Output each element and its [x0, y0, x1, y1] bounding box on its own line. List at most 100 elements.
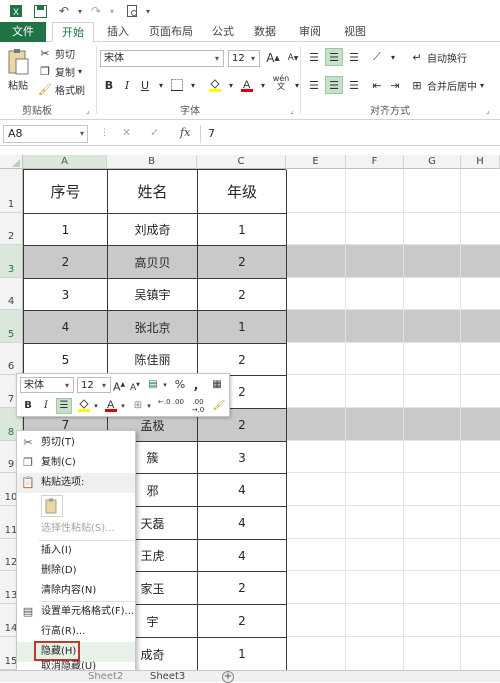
- column-header-a[interactable]: A: [23, 155, 107, 169]
- mini-grow-font-button[interactable]: A▲: [113, 377, 125, 394]
- enter-icon[interactable]: ✓: [150, 126, 159, 139]
- tab-view[interactable]: 视图: [335, 22, 375, 42]
- table-cell[interactable]: 4: [24, 311, 108, 344]
- table-cell[interactable]: 2: [198, 572, 287, 605]
- italic-button[interactable]: I: [118, 76, 136, 94]
- align-top-button[interactable]: ☰: [305, 48, 323, 66]
- row-header[interactable]: 3: [0, 245, 23, 278]
- save-icon[interactable]: [32, 3, 48, 19]
- undo-dropdown-icon[interactable]: ▾: [72, 3, 88, 19]
- insert-function-icon[interactable]: fx: [180, 126, 190, 139]
- redo-dropdown-icon[interactable]: ▾: [104, 3, 120, 19]
- sheet-tab[interactable]: Sheet2: [88, 671, 123, 683]
- name-box[interactable]: A8 ▾: [3, 125, 88, 143]
- clipboard-launcher-icon[interactable]: ⌟: [86, 106, 90, 115]
- brush-icon[interactable]: 🖌: [211, 398, 227, 414]
- mini-font-combo[interactable]: 宋体 ▾: [20, 377, 74, 393]
- menu-item-paste-special[interactable]: 选择性粘贴(S)...: [17, 519, 135, 539]
- row-header[interactable]: 6: [0, 343, 23, 375]
- table-cell[interactable]: 4: [198, 540, 287, 572]
- font-size-combo[interactable]: 12 ▾: [228, 50, 260, 67]
- menu-item-format-cells[interactable]: ▤ 设置单元格格式(F)...: [17, 602, 135, 622]
- column-header-h[interactable]: H: [461, 155, 500, 169]
- cancel-icon[interactable]: ✕: [122, 126, 131, 139]
- borders-dropdown-icon[interactable]: ▾: [184, 76, 202, 94]
- row-header[interactable]: 5: [0, 310, 23, 343]
- chevron-down-icon[interactable]: ▾: [92, 398, 100, 414]
- customize-toolbar-icon[interactable]: ▾: [140, 3, 156, 19]
- mini-center-button[interactable]: ☰: [56, 398, 72, 414]
- table-header-cell[interactable]: 姓名: [108, 170, 198, 214]
- cut-button[interactable]: ✂ 剪切: [38, 46, 75, 61]
- row-header[interactable]: 2: [0, 213, 23, 245]
- undo-icon[interactable]: ↶: [56, 3, 72, 19]
- tab-home[interactable]: 开始: [52, 22, 94, 43]
- print-preview-icon[interactable]: [124, 3, 140, 19]
- row-header[interactable]: 4: [0, 278, 23, 310]
- paste-button[interactable]: 粘贴: [6, 48, 30, 92]
- copy-button[interactable]: ❐ 复制 ▾: [38, 64, 82, 79]
- percent-style-button[interactable]: %: [173, 377, 187, 393]
- font-launcher-icon[interactable]: ⌟: [290, 106, 294, 115]
- tab-data[interactable]: 数据: [245, 22, 285, 42]
- mini-number-format-icon[interactable]: ▤: [145, 377, 161, 393]
- column-header-c[interactable]: C: [197, 155, 286, 169]
- column-header-f[interactable]: F: [346, 155, 404, 169]
- align-center-button[interactable]: ☰: [325, 76, 343, 94]
- align-right-button[interactable]: ☰: [345, 76, 363, 94]
- menu-item-copy[interactable]: ❐ 复制(C): [17, 453, 135, 473]
- tab-review[interactable]: 审阅: [290, 22, 330, 42]
- sheet-tab[interactable]: Sheet3: [150, 671, 185, 683]
- mini-shrink-font-button[interactable]: A▼: [129, 377, 141, 393]
- chevron-down-icon[interactable]: ▾: [161, 377, 169, 393]
- tab-page-layout[interactable]: 页面布局: [140, 22, 202, 42]
- align-bottom-button[interactable]: ☰: [345, 48, 363, 66]
- row-header[interactable]: 1: [0, 169, 23, 213]
- table-cell[interactable]: 吴镇宇: [108, 279, 198, 311]
- table-cell[interactable]: 2: [198, 344, 287, 376]
- bold-button[interactable]: B: [100, 76, 118, 94]
- table-cell[interactable]: 5: [24, 344, 108, 376]
- wrap-text-button[interactable]: ↵ 自动换行: [410, 50, 467, 65]
- column-header-e[interactable]: E: [286, 155, 346, 169]
- table-cell[interactable]: 1: [24, 214, 108, 246]
- table-cell[interactable]: 4: [198, 474, 287, 507]
- tab-insert[interactable]: 插入: [98, 22, 138, 42]
- add-sheet-icon[interactable]: +: [222, 671, 234, 683]
- tab-formulas[interactable]: 公式: [203, 22, 243, 42]
- table-cell[interactable]: 4: [198, 507, 287, 540]
- merge-center-button[interactable]: ⊞ 合并后居中 ▾: [410, 78, 484, 93]
- menu-item-cut[interactable]: ✂ 剪切(T): [17, 433, 135, 453]
- phonetic-dropdown-icon[interactable]: ▾: [288, 76, 306, 94]
- menu-item-insert[interactable]: 插入(I): [17, 541, 135, 561]
- mini-borders-icon[interactable]: ⊞: [131, 398, 145, 414]
- grow-font-button[interactable]: A ▲: [264, 49, 282, 67]
- orientation-dropdown-icon[interactable]: ▾: [384, 48, 402, 66]
- comma-style-button[interactable]: ,: [191, 377, 201, 393]
- table-cell[interactable]: 张北京: [108, 311, 198, 344]
- menu-item-clear-contents[interactable]: 清除内容(N): [17, 581, 135, 601]
- select-all-corner[interactable]: [0, 155, 23, 169]
- table-cell[interactable]: 高贝贝: [108, 246, 198, 279]
- column-header-g[interactable]: G: [404, 155, 461, 169]
- decrease-indent-button[interactable]: ⇤: [368, 76, 386, 94]
- increase-decimal-button[interactable]: ←.0 .00: [157, 398, 185, 414]
- table-cell[interactable]: 1: [198, 311, 287, 344]
- mini-bold-button[interactable]: B: [20, 398, 36, 414]
- table-cell[interactable]: 1: [198, 214, 287, 246]
- redo-icon[interactable]: ↷: [88, 3, 104, 19]
- table-cell[interactable]: 2: [198, 605, 287, 638]
- chevron-down-icon[interactable]: ▾: [145, 398, 153, 414]
- table-header-cell[interactable]: 序号: [24, 170, 108, 214]
- table-cell[interactable]: 2: [198, 246, 287, 279]
- column-header-b[interactable]: B: [107, 155, 197, 169]
- table-cell[interactable]: 2: [198, 279, 287, 311]
- alignment-launcher-icon[interactable]: ⌟: [486, 106, 490, 115]
- table-cell[interactable]: 刘成奇: [108, 214, 198, 246]
- menu-item-row-height[interactable]: 行高(R)...: [17, 622, 135, 642]
- mini-font-color-button[interactable]: A: [103, 398, 119, 414]
- format-painter-button[interactable]: 🖌 格式刷: [38, 82, 85, 97]
- table-cell[interactable]: 3: [24, 279, 108, 311]
- table-cell[interactable]: 1: [198, 638, 287, 671]
- align-middle-button[interactable]: ☰: [325, 48, 343, 66]
